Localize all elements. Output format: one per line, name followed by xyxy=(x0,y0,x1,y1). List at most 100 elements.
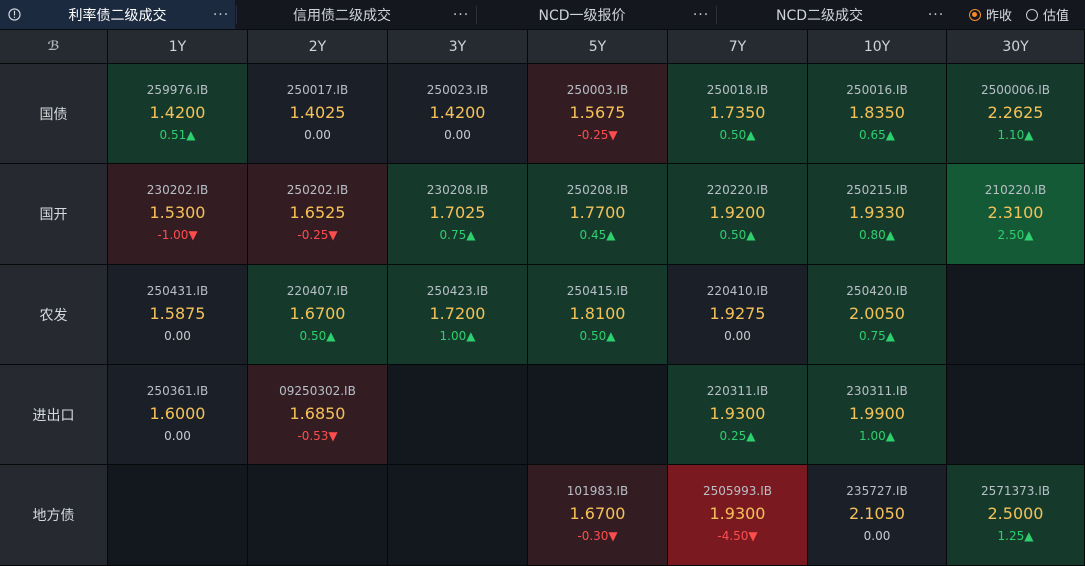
tab-credit-bond-secondary[interactable]: 信用债二级成交 ··· xyxy=(237,0,475,29)
change-bp: 0.51▲ xyxy=(159,128,196,142)
quote-cell[interactable]: 2505993.IB 1.9300 -4.50▼ xyxy=(668,465,808,566)
change-bp: 0.80▲ xyxy=(859,228,895,242)
quote-cell[interactable]: 250202.IB 1.6525 -0.25▼ xyxy=(248,164,388,265)
bond-code: 250215.IB xyxy=(846,183,908,197)
quote-cell[interactable]: 250431.IB 1.5875 0.00 xyxy=(108,265,248,365)
yield-value: 1.6700 xyxy=(569,504,626,523)
quote-cell[interactable]: 2571373.IB 2.5000 1.25▲ xyxy=(947,465,1085,566)
bond-code: 220410.IB xyxy=(706,284,769,298)
term-header[interactable]: 5Y xyxy=(528,30,668,64)
quote-cell[interactable]: 230311.IB 1.9900 1.00▲ xyxy=(808,365,947,465)
yield-value: 1.7200 xyxy=(429,304,486,323)
quote-cell[interactable]: 250361.IB 1.6000 0.00 xyxy=(108,365,248,465)
quote-cell[interactable]: 220311.IB 1.9300 0.25▲ xyxy=(668,365,808,465)
more-icon[interactable]: ··· xyxy=(447,7,475,23)
yield-value: 1.8350 xyxy=(849,103,905,122)
bond-code: 230311.IB xyxy=(846,384,908,398)
more-icon[interactable]: ··· xyxy=(207,7,235,23)
bond-code: 230202.IB xyxy=(146,183,209,197)
yield-value: 1.6850 xyxy=(289,404,346,423)
bond-code: 230208.IB xyxy=(426,183,489,197)
change-bp: 0.00 xyxy=(444,128,471,142)
quote-cell[interactable]: 250415.IB 1.8100 0.50▲ xyxy=(528,265,668,365)
change-bp: -4.50▼ xyxy=(717,529,758,543)
tab-rate-bond-secondary[interactable]: 利率债二级成交 ··· xyxy=(0,0,235,29)
info-icon[interactable] xyxy=(0,0,28,29)
top-tab-bar: 利率债二级成交 ··· 信用债二级成交 ··· NCD一级报价 ··· NCD二… xyxy=(0,0,1085,30)
term-header[interactable]: 3Y xyxy=(388,30,528,64)
change-bp: 1.10▲ xyxy=(997,128,1034,142)
yield-value: 1.4200 xyxy=(149,103,206,122)
quote-cell[interactable]: 259976.IB 1.4200 0.51▲ xyxy=(108,64,248,164)
more-icon[interactable]: ··· xyxy=(922,7,950,23)
radio-valuation[interactable]: 估值 xyxy=(1025,5,1069,24)
quote-cell[interactable]: 235727.IB 2.1050 0.00 xyxy=(808,465,947,566)
quote-cell[interactable]: 220220.IB 1.9200 0.50▲ xyxy=(668,164,808,265)
quote-cell[interactable]: 09250302.IB 1.6850 -0.53▼ xyxy=(248,365,388,465)
quote-cell[interactable]: 250018.IB 1.7350 0.50▲ xyxy=(668,64,808,164)
yield-value: 2.3100 xyxy=(987,203,1044,222)
yield-value: 1.7700 xyxy=(569,203,626,222)
quote-cell[interactable]: 250023.IB 1.4200 0.00 xyxy=(388,64,528,164)
bond-code: 250431.IB xyxy=(146,284,209,298)
yield-value: 2.5000 xyxy=(987,504,1044,523)
tab-label: 信用债二级成交 xyxy=(293,7,391,24)
quote-cell[interactable]: 220410.IB 1.9275 0.00 xyxy=(668,265,808,365)
yield-grid: ℬ 1Y 2Y 3Y 5Y 7Y 10Y 30Y 国债 259976.IB 1.4200 0.51▲… xyxy=(0,30,1085,566)
quote-cell[interactable]: 250208.IB 1.7700 0.45▲ xyxy=(528,164,668,265)
quote-cell[interactable]: 230202.IB 1.5300 -1.00▼ xyxy=(108,164,248,265)
change-bp: 0.50▲ xyxy=(299,329,336,343)
bond-type-label: 国债 xyxy=(0,64,108,164)
radio-prev-close[interactable]: 昨收 xyxy=(968,5,1012,24)
empty-quote-cell xyxy=(947,365,1085,465)
term-header[interactable]: 2Y xyxy=(248,30,388,64)
quote-cell[interactable]: 2500006.IB 2.2625 1.10▲ xyxy=(947,64,1085,164)
quote-cell[interactable]: 250016.IB 1.8350 0.65▲ xyxy=(808,64,947,164)
bond-code: 2571373.IB xyxy=(980,484,1051,498)
change-bp: -0.53▼ xyxy=(297,429,338,443)
quote-cell[interactable]: 101983.IB 1.6700 -0.30▼ xyxy=(528,465,668,566)
term-header[interactable]: 1Y xyxy=(108,30,248,64)
radio-label: 估值 xyxy=(1042,9,1069,24)
quote-cell[interactable]: 250215.IB 1.9330 0.80▲ xyxy=(808,164,947,265)
change-bp: 1.00▲ xyxy=(859,429,895,443)
quote-cell[interactable]: 250017.IB 1.4025 0.00 xyxy=(248,64,388,164)
change-bp: 0.00 xyxy=(164,329,191,343)
quote-cell[interactable]: 220407.IB 1.6700 0.50▲ xyxy=(248,265,388,365)
term-header[interactable]: 30Y xyxy=(947,30,1085,64)
term-header[interactable]: 10Y xyxy=(808,30,947,64)
term-header[interactable]: 7Y xyxy=(668,30,808,64)
bond-code: 250016.IB xyxy=(846,83,908,97)
empty-quote-cell xyxy=(388,365,528,465)
change-bp: 0.00 xyxy=(724,329,751,343)
change-bp: 2.50▲ xyxy=(997,228,1034,242)
yield-value: 1.8100 xyxy=(569,304,626,323)
bond-code: 250361.IB xyxy=(146,384,209,398)
change-bp: 0.75▲ xyxy=(439,228,476,242)
tab-ncd-primary-quote[interactable]: NCD一级报价 ··· xyxy=(477,0,715,29)
bond-code: 220311.IB xyxy=(706,384,769,398)
yield-value: 1.4200 xyxy=(429,103,486,122)
yield-value: 1.9330 xyxy=(849,203,905,222)
bond-code: 2505993.IB xyxy=(702,484,773,498)
grid-corner: ℬ xyxy=(0,30,108,64)
bond-code: 101983.IB xyxy=(566,484,629,498)
change-bp: 0.50▲ xyxy=(719,228,756,242)
change-bp: -0.25▼ xyxy=(297,228,338,242)
tab-label: NCD一级报价 xyxy=(538,7,626,24)
bond-code: 235727.IB xyxy=(846,484,908,498)
change-bp: 0.00 xyxy=(863,529,891,543)
bond-type-label: 进出口 xyxy=(0,365,108,465)
yield-value: 1.6000 xyxy=(149,404,206,423)
more-icon[interactable]: ··· xyxy=(687,7,715,23)
tab-ncd-secondary[interactable]: NCD二级成交 ··· xyxy=(717,0,950,29)
quote-cell[interactable]: 210220.IB 2.3100 2.50▲ xyxy=(947,164,1085,265)
quote-cell[interactable]: 250003.IB 1.5675 -0.25▼ xyxy=(528,64,668,164)
quote-cell[interactable]: 230208.IB 1.7025 0.75▲ xyxy=(388,164,528,265)
change-bp: -1.00▼ xyxy=(157,228,198,242)
yield-value: 1.6700 xyxy=(289,304,346,323)
quote-cell[interactable]: 250420.IB 2.0050 0.75▲ xyxy=(808,265,947,365)
quote-cell[interactable]: 250423.IB 1.7200 1.00▲ xyxy=(388,265,528,365)
change-bp: 1.25▲ xyxy=(997,529,1034,543)
bond-code: 210220.IB xyxy=(984,183,1047,197)
